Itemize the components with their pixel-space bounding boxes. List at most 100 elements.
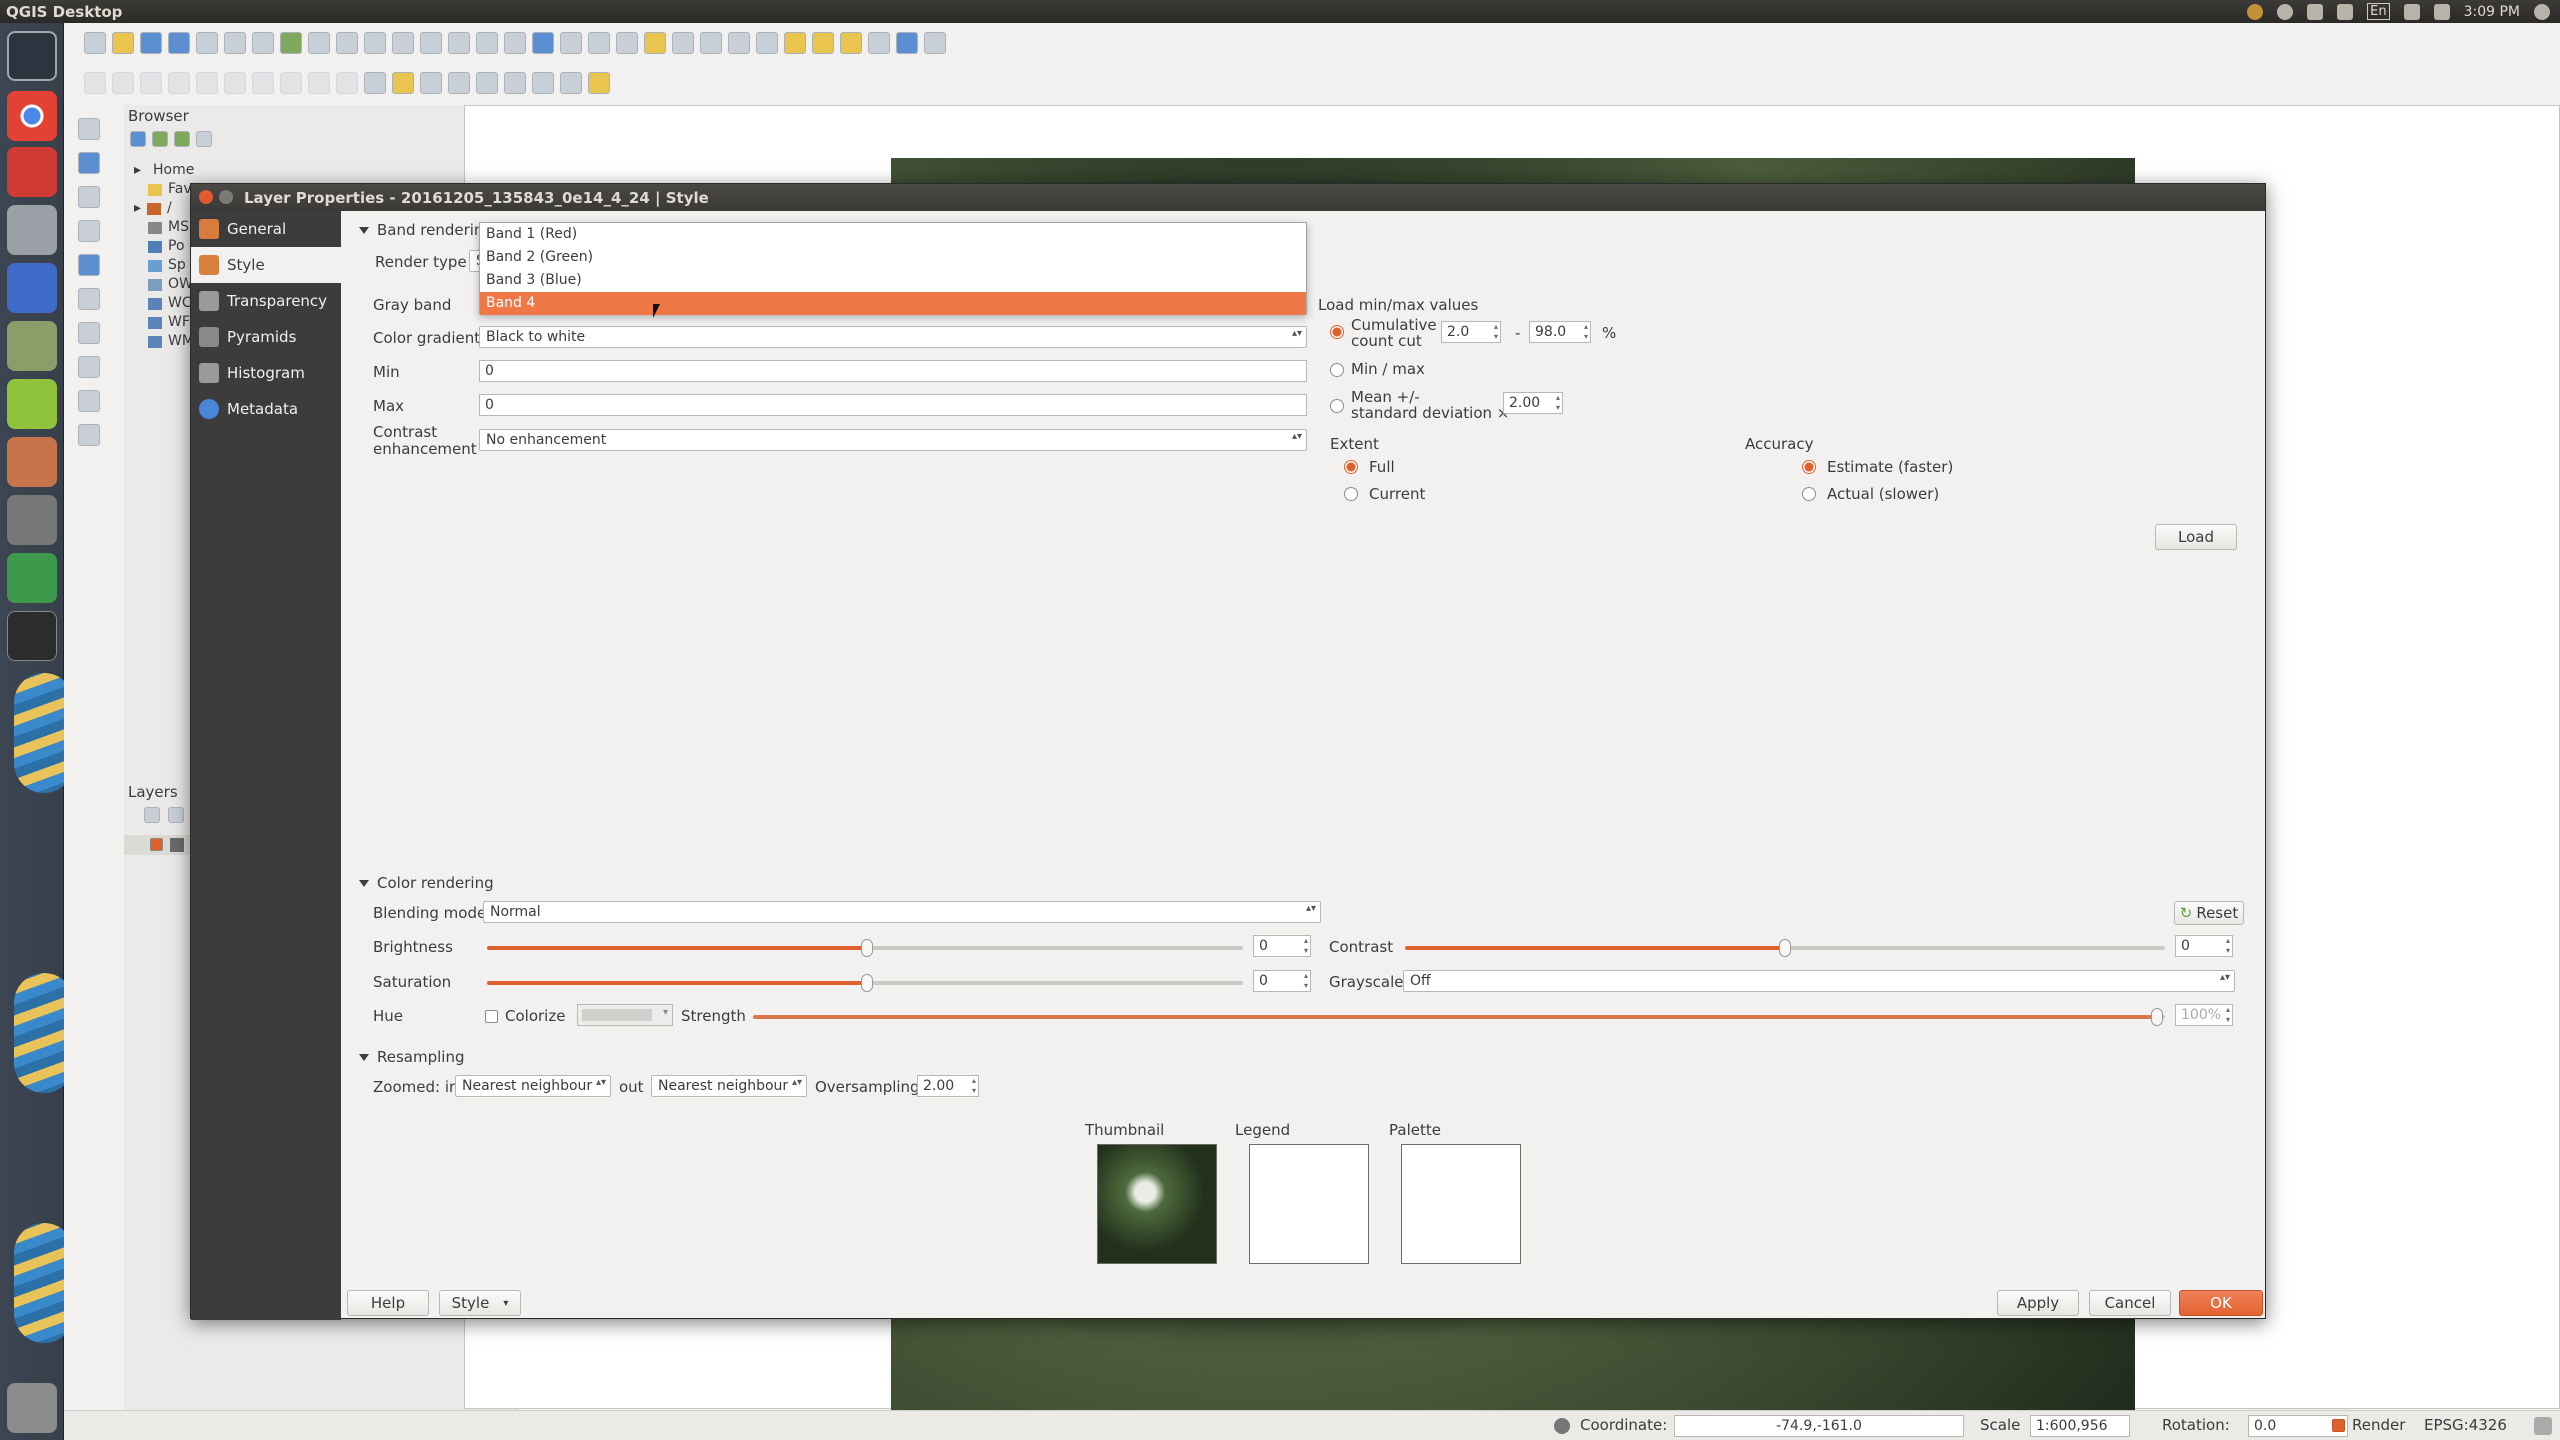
- add-feature-icon[interactable]: [168, 72, 190, 94]
- brightness-spinbox[interactable]: 0 ▴ ▾: [1253, 935, 1311, 957]
- ok-button[interactable]: OK: [2179, 1290, 2263, 1316]
- volume-icon[interactable]: [2433, 3, 2450, 20]
- accuracy-actual-radio[interactable]: [1802, 487, 1816, 501]
- band-option[interactable]: Band 3 (Blue): [480, 269, 1306, 292]
- brightness-slider[interactable]: [487, 939, 1243, 957]
- change-label-icon[interactable]: [532, 72, 554, 94]
- cut-icon[interactable]: [280, 72, 302, 94]
- composer-manager-icon[interactable]: [224, 32, 246, 54]
- deselect-icon[interactable]: [644, 32, 666, 54]
- add-selected-icon[interactable]: [152, 131, 168, 147]
- contrast-spinbox[interactable]: 0 ▴ ▾: [2175, 935, 2233, 957]
- app-blue-icon[interactable]: [7, 263, 57, 313]
- chrome-tray-icon[interactable]: [2247, 3, 2264, 20]
- saturation-spinbox[interactable]: 0 ▴ ▾: [1253, 970, 1311, 992]
- mean-stddev-radio[interactable]: [1330, 399, 1344, 413]
- cumulative-radio[interactable]: [1330, 325, 1344, 339]
- copy-icon[interactable]: [308, 72, 330, 94]
- add-raster-layer-icon[interactable]: [78, 152, 100, 174]
- browser-item[interactable]: ▸ /: [134, 199, 194, 218]
- calculator-icon[interactable]: [7, 495, 57, 545]
- minmax-radio[interactable]: [1330, 363, 1344, 377]
- statistics-icon[interactable]: [728, 32, 750, 54]
- blending-mode-select[interactable]: Normal ▴▾: [483, 901, 1321, 923]
- rotate-label-icon[interactable]: [504, 72, 526, 94]
- app-s-icon[interactable]: [7, 147, 57, 197]
- save-project-icon[interactable]: [140, 32, 162, 54]
- browser-item[interactable]: Fav: [134, 180, 194, 199]
- apply-button[interactable]: Apply: [1997, 1290, 2079, 1316]
- identify-icon[interactable]: [560, 32, 582, 54]
- render-checkbox[interactable]: [2332, 1419, 2345, 1432]
- spin-arrows-icon[interactable]: ▴ ▾: [2226, 936, 2230, 956]
- band-rendering-header[interactable]: Band rendering: [359, 221, 493, 239]
- open-project-icon[interactable]: [112, 32, 134, 54]
- trash-icon[interactable]: [7, 1383, 57, 1433]
- browser-item[interactable]: WF: [134, 313, 194, 332]
- select-icon[interactable]: [616, 32, 638, 54]
- browser-item[interactable]: ▸ Home: [134, 161, 194, 180]
- label-icon[interactable]: [364, 72, 386, 94]
- power-gear-icon[interactable]: [2534, 3, 2550, 20]
- attribute-table-icon[interactable]: [700, 32, 722, 54]
- strength-spinbox[interactable]: 100% ▴ ▾: [2175, 1004, 2233, 1026]
- text-annotation-icon[interactable]: [868, 32, 890, 54]
- python-console-icon[interactable]: [588, 72, 610, 94]
- style-menu-button[interactable]: Style ▾: [439, 1290, 521, 1316]
- coordinate-field[interactable]: -74.9,-161.0: [1674, 1415, 1964, 1437]
- colorize-color-button[interactable]: ▾: [577, 1004, 673, 1026]
- show-labels-icon[interactable]: [448, 72, 470, 94]
- accuracy-estimate-radio[interactable]: [1802, 460, 1816, 474]
- band-option[interactable]: Band 1 (Red): [480, 223, 1306, 246]
- spin-arrows-icon[interactable]: ▴ ▾: [1304, 936, 1308, 956]
- zoom-selection-icon[interactable]: [420, 32, 442, 54]
- contrast-slider[interactable]: [1405, 939, 2165, 957]
- add-wms-icon[interactable]: [78, 288, 100, 310]
- zoom-out-icon[interactable]: [336, 32, 358, 54]
- save-as-icon[interactable]: [168, 32, 190, 54]
- zoom-in-icon[interactable]: [308, 32, 330, 54]
- colorize-checkbox[interactable]: [485, 1010, 498, 1023]
- paste-icon[interactable]: [336, 72, 358, 94]
- measure-line-icon[interactable]: [756, 32, 778, 54]
- saturation-handle[interactable]: [861, 974, 873, 992]
- help-button[interactable]: Help: [347, 1290, 429, 1316]
- sidebar-item-general[interactable]: General: [191, 211, 341, 247]
- load-button[interactable]: Load: [2155, 524, 2237, 550]
- status-tray-icon[interactable]: [2277, 3, 2294, 20]
- cumulative-high-spinbox[interactable]: 98.0 ▴ ▾: [1529, 321, 1591, 343]
- cumulative-low-spinbox[interactable]: 2.0 ▴ ▾: [1441, 321, 1501, 343]
- csv-icon[interactable]: [560, 72, 582, 94]
- save-edits-icon[interactable]: [140, 72, 162, 94]
- zoom-full-icon[interactable]: [392, 32, 414, 54]
- zoom-last-icon[interactable]: [476, 32, 498, 54]
- collapse-all-icon[interactable]: [196, 131, 212, 147]
- terminal-icon[interactable]: [7, 611, 57, 661]
- zoom-layer-icon[interactable]: [448, 32, 470, 54]
- messages-icon[interactable]: [2534, 1417, 2552, 1435]
- close-icon[interactable]: [199, 190, 213, 204]
- strength-slider[interactable]: [753, 1008, 2165, 1026]
- new-project-icon[interactable]: [84, 32, 106, 54]
- max-input[interactable]: 0: [479, 394, 1307, 416]
- contrast-handle[interactable]: [1779, 939, 1791, 957]
- move-feature-icon[interactable]: [196, 72, 218, 94]
- sidebar-item-style[interactable]: Style: [191, 247, 341, 283]
- band-option-selected[interactable]: Band 4: [480, 292, 1306, 315]
- crs-status[interactable]: EPSG:4326: [2424, 1416, 2507, 1434]
- bluetooth-icon[interactable]: [2403, 3, 2420, 20]
- add-postgis-icon[interactable]: [78, 186, 100, 208]
- node-tool-icon[interactable]: [224, 72, 246, 94]
- browser-item[interactable]: OW: [134, 275, 194, 294]
- sidebar-item-histogram[interactable]: Histogram: [191, 355, 341, 391]
- pan-to-selection-icon[interactable]: [280, 32, 302, 54]
- manage-map-themes-icon[interactable]: [168, 807, 184, 823]
- expand-arrow-icon[interactable]: ▸: [134, 199, 141, 218]
- refresh-icon[interactable]: [532, 32, 554, 54]
- coordinate-toggle-icon[interactable]: [1554, 1418, 1570, 1434]
- browser-item[interactable]: WM: [134, 332, 194, 351]
- zoom-native-icon[interactable]: [364, 32, 386, 54]
- browser-item[interactable]: Sp: [134, 256, 194, 275]
- spin-arrows-icon[interactable]: ▴ ▾: [1584, 322, 1588, 342]
- spin-arrows-icon[interactable]: ▴ ▾: [972, 1076, 976, 1096]
